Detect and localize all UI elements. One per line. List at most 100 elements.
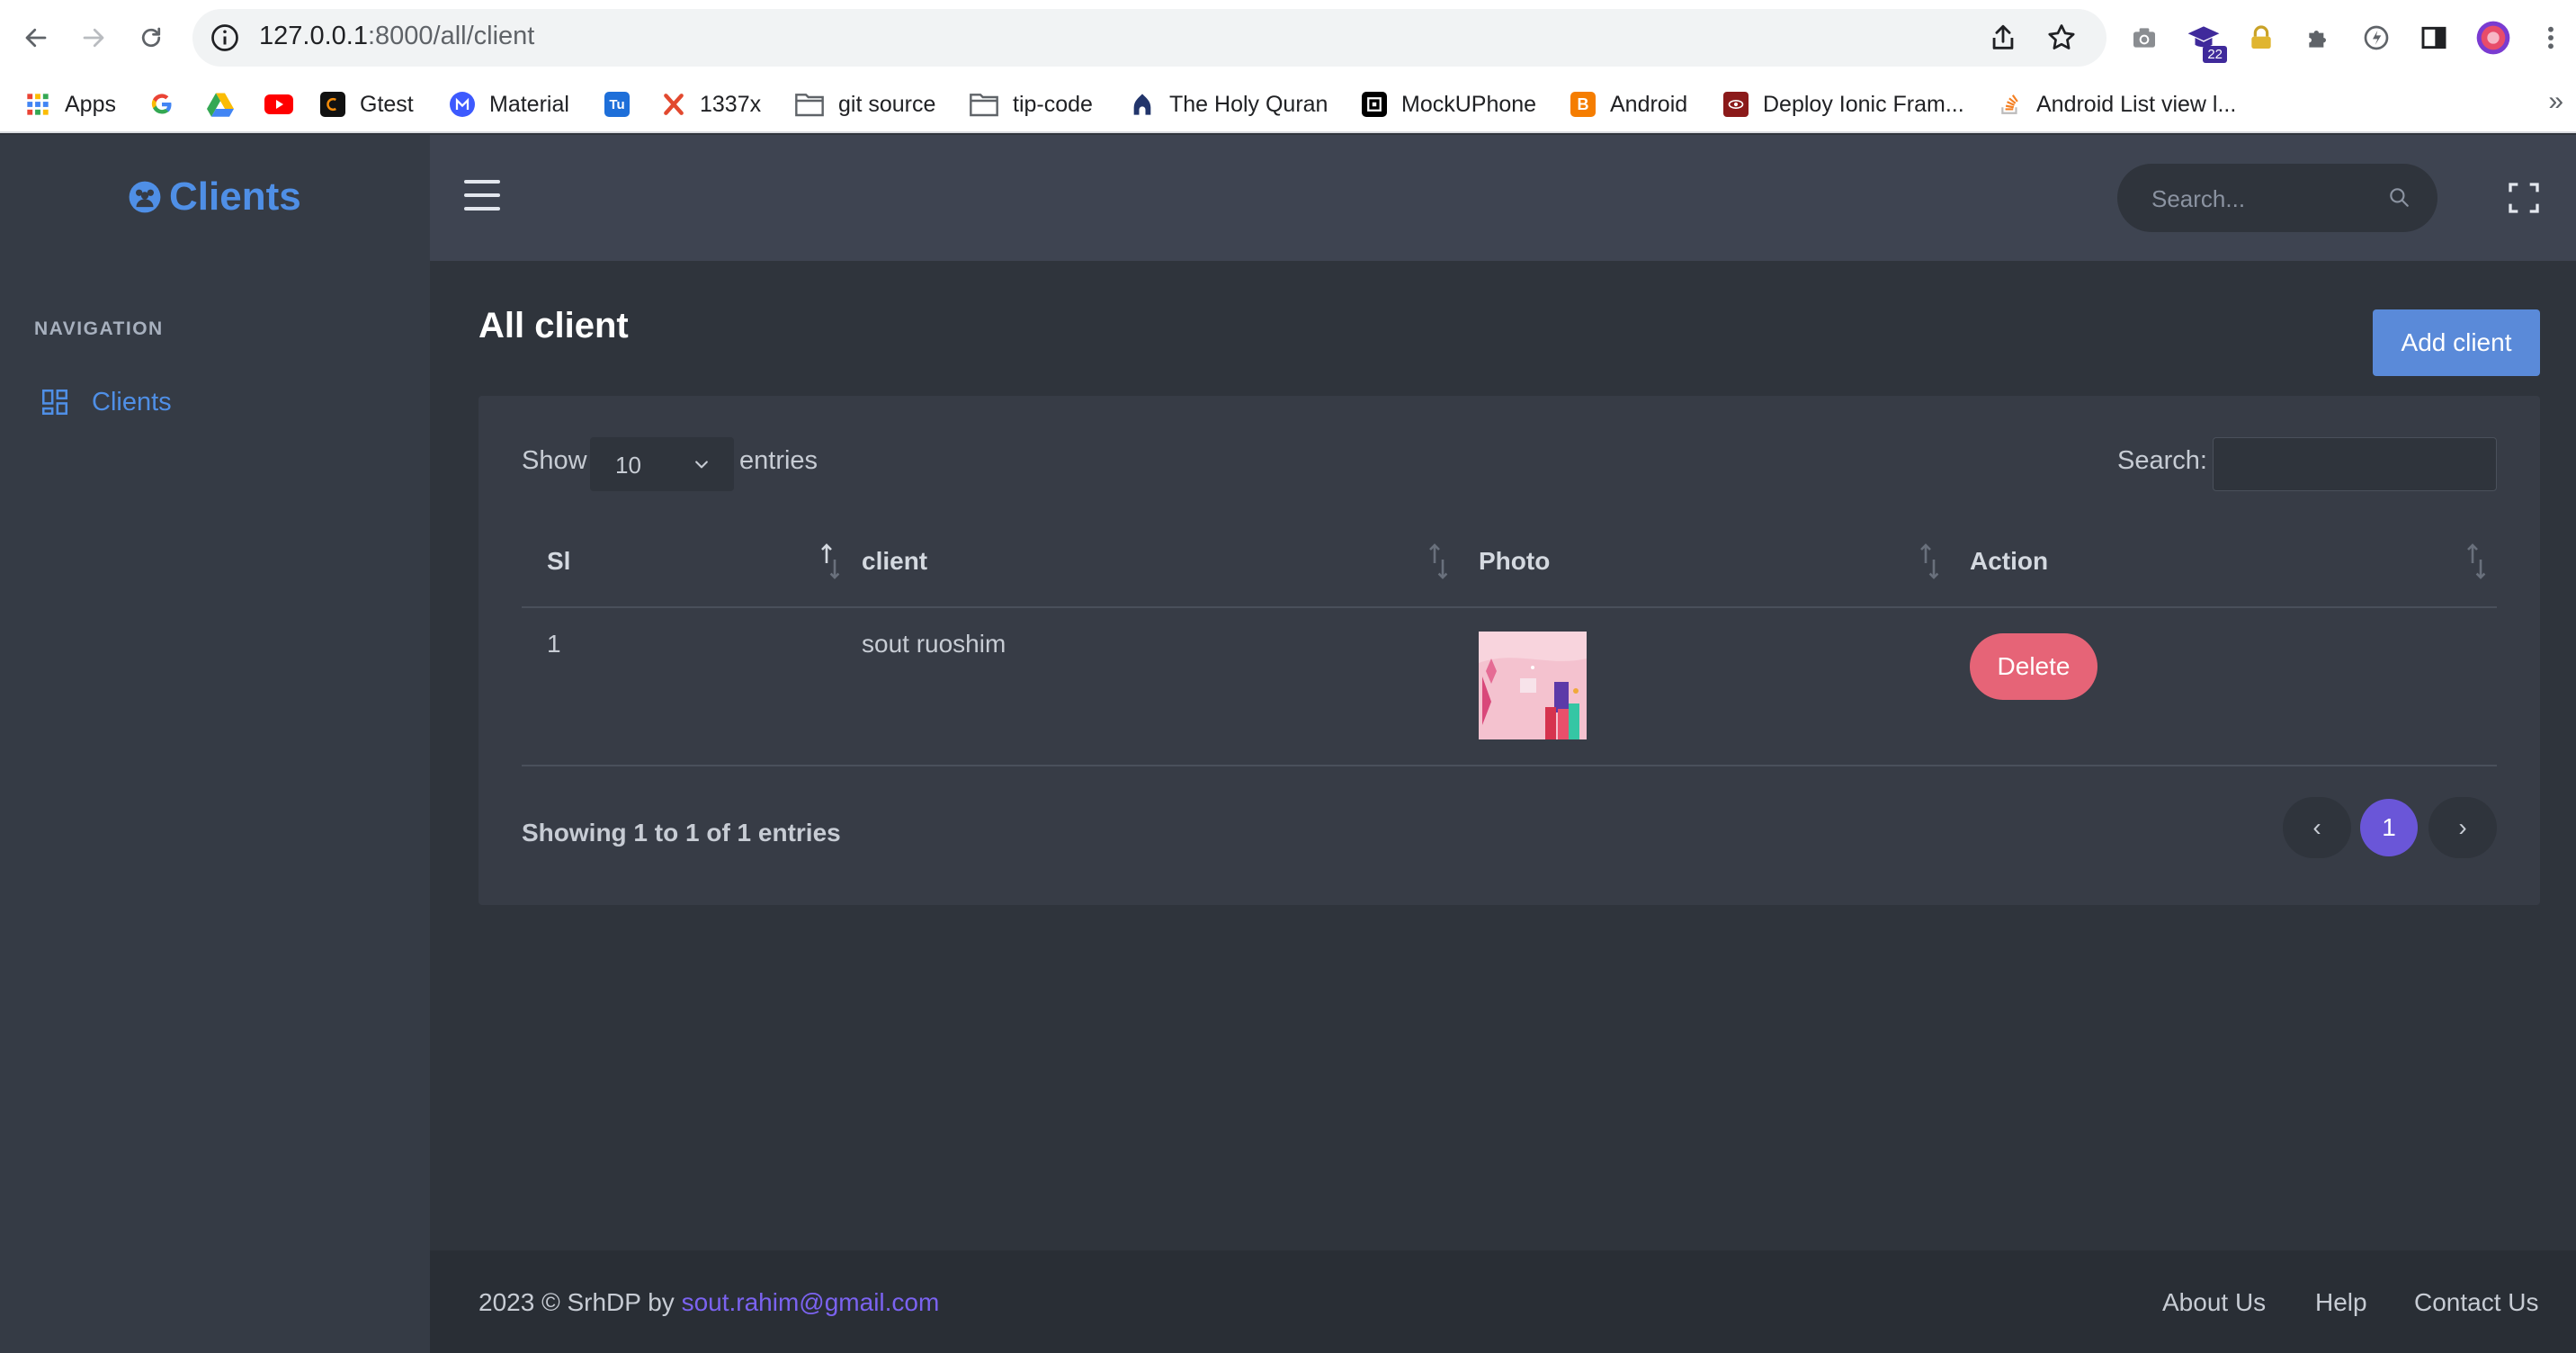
sidebar: Clients NAVIGATION Clients (0, 135, 430, 1353)
top-search-box[interactable]: Search... (2117, 164, 2437, 232)
bookmarks-bar: Apps Gtest Material Tu 1337x git source … (0, 76, 2576, 133)
client-photo (1479, 632, 1587, 739)
entries-label: entries (739, 446, 818, 475)
url-path: :8000/all/client (367, 22, 535, 50)
bookmark-holy-quran[interactable]: The Holy Quran (1130, 85, 1328, 124)
arrow-right-icon (80, 24, 107, 51)
pagination-page-1[interactable]: 1 (2360, 799, 2418, 856)
sidebar-item-clients[interactable]: Clients (40, 387, 172, 417)
logo-text: Clients (169, 175, 301, 219)
bookmark-label: Gtest (360, 91, 414, 117)
bookmark-google-drive[interactable] (207, 85, 234, 124)
bookmarks-overflow-button[interactable]: » (2548, 86, 2563, 117)
bookmark-youtube[interactable] (264, 85, 293, 124)
url-host: 127.0.0.1 (259, 22, 368, 50)
tu-icon: Tu (604, 92, 630, 117)
bookmark-google[interactable] (149, 85, 174, 124)
clients-table-card: Show 10 entries Search: Sl client Photo … (479, 396, 2540, 905)
bookmark-label: MockUPhone (1401, 91, 1537, 117)
grid-icon (40, 387, 70, 417)
star-icon[interactable] (2045, 22, 2078, 54)
delete-button[interactable]: Delete (1970, 633, 2097, 700)
side-panel-button[interactable] (2416, 20, 2452, 56)
lock-extension-button[interactable] (2243, 20, 2279, 56)
site-info-icon[interactable] (209, 22, 241, 54)
kebab-menu-icon (2545, 23, 2556, 52)
lock-icon (2247, 23, 2276, 52)
bookmark-label: Apps (65, 91, 116, 117)
footer: 2023 © SrhDP by sout.rahim@gmail.com Abo… (430, 1250, 2576, 1353)
bookmark-1337x[interactable]: 1337x (662, 85, 761, 124)
bookmark-gtest[interactable]: Gtest (320, 85, 414, 124)
forward-button[interactable] (76, 20, 112, 56)
column-header-label: Action (1970, 547, 2049, 575)
table-search-input[interactable] (2213, 437, 2497, 491)
add-client-button[interactable]: Add client (2373, 309, 2540, 376)
pagination-next-button[interactable]: › (2428, 797, 2497, 858)
profile-button[interactable] (2475, 20, 2511, 56)
side-panel-icon (2419, 23, 2448, 52)
top-search-input[interactable]: Search... (2151, 185, 2245, 213)
column-header-label: Photo (1479, 547, 1551, 575)
footer-link-help[interactable]: Help (2315, 1288, 2367, 1317)
footer-link-about[interactable]: About Us (2162, 1288, 2266, 1317)
quran-icon (1130, 92, 1155, 117)
column-header-client[interactable]: client (862, 520, 1482, 606)
bookmark-label: Android (1610, 91, 1688, 117)
bookmark-android[interactable]: B Android (1570, 85, 1687, 124)
google-drive-icon (207, 92, 234, 117)
camera-extension-button[interactable] (2126, 20, 2162, 56)
pagination-prev-button[interactable]: ‹ (2283, 797, 2351, 858)
bookmark-android-list-view[interactable]: Android List view l... (1999, 85, 2236, 124)
table-info: Showing 1 to 1 of 1 entries (522, 819, 841, 847)
stackoverflow-icon (1999, 92, 2022, 117)
footer-link-contact[interactable]: Contact Us (2414, 1288, 2539, 1317)
chevron-down-icon (693, 455, 711, 473)
speed-extension-button[interactable] (2358, 20, 2394, 56)
apps-grid-icon (25, 92, 50, 117)
entries-select[interactable]: 10 (590, 437, 734, 491)
column-header-sl[interactable]: Sl (547, 520, 844, 606)
page-title: All client (479, 306, 629, 345)
bookmark-deploy-ionic[interactable]: Deploy Ionic Fram... (1723, 85, 1964, 124)
bookmark-mockuphone[interactable]: MockUPhone (1362, 85, 1536, 124)
author-email-link[interactable]: sout.rahim@gmail.com (682, 1288, 940, 1316)
address-bar[interactable]: 127.0.0.1:8000/all/client (192, 9, 2106, 67)
show-label: Show (522, 446, 587, 475)
gauge-icon (2362, 23, 2391, 52)
bookmark-label: tip-code (1013, 91, 1093, 117)
fullscreen-icon[interactable] (2506, 180, 2542, 216)
sort-icon (2466, 542, 2486, 581)
graduation-extension-button[interactable]: 22 (2186, 20, 2227, 63)
footer-copyright: 2023 © SrhDP by sout.rahim@gmail.com (479, 1288, 939, 1317)
browser-menu-button[interactable] (2533, 20, 2569, 56)
reload-button[interactable] (133, 20, 169, 56)
table-row-divider (522, 765, 2497, 766)
gtest-icon (320, 92, 345, 117)
mockuphone-icon (1362, 92, 1387, 117)
bookmark-git-source[interactable]: git source (795, 85, 935, 124)
bookmark-material[interactable]: Material (450, 85, 569, 124)
column-header-action[interactable]: Action (1970, 520, 2497, 606)
google-icon (149, 92, 174, 117)
browser-toolbar: 127.0.0.1:8000/all/client 22 (0, 0, 2576, 76)
sort-icon (1428, 542, 1448, 581)
table-header-divider (522, 606, 2497, 608)
cell-client: sout ruoshim (862, 630, 1006, 658)
bookmark-tip-code[interactable]: tip-code (970, 85, 1093, 124)
bookmark-apps[interactable]: Apps (25, 85, 116, 124)
bookmark-tu[interactable]: Tu (604, 85, 630, 124)
bookmark-label: git source (838, 91, 936, 117)
menu-toggle-button[interactable] (464, 180, 500, 211)
sort-icon (1919, 542, 1939, 581)
extensions-button[interactable] (2301, 20, 2337, 56)
arrow-left-icon (22, 24, 49, 51)
blogger-icon: B (1570, 92, 1596, 117)
bookmark-label: Material (489, 91, 569, 117)
1337x-icon (662, 92, 685, 117)
back-button[interactable] (18, 20, 54, 56)
column-header-photo[interactable]: Photo (1479, 520, 1972, 606)
logo[interactable]: Clients (128, 175, 301, 220)
search-icon[interactable] (2387, 185, 2411, 209)
share-icon[interactable] (1988, 22, 2018, 54)
